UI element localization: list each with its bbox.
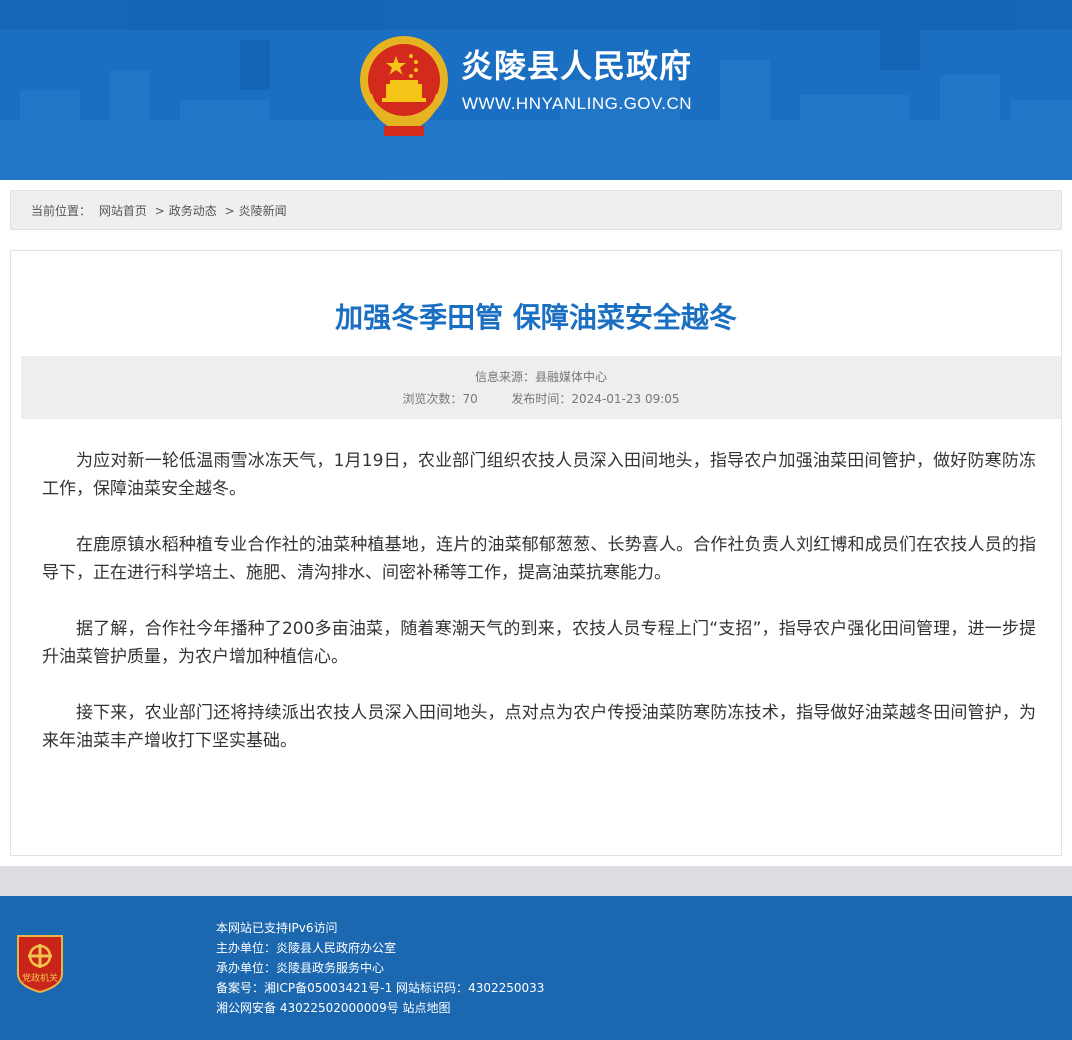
host-label: 主办单位： [216, 941, 277, 955]
sitemap-link[interactable]: 站点地图 [403, 1001, 451, 1015]
views-value: 70 [462, 392, 478, 406]
site-url[interactable]: WWW.HNYANLING.GOV.CN [462, 93, 692, 115]
site-id-label: 网站标识码： [396, 981, 469, 995]
site-header: 炎陵县人民政府 WWW.HNYANLING.GOV.CN [0, 0, 1072, 180]
footer-info: 本网站已支持IPv6访问 主办单位：炎陵县人民政府办公室 承办单位：炎陵县政务服… [216, 918, 544, 1018]
article-paragraph: 为应对新一轮低温雨雪冰冻天气，1月19日，农业部门组织农技人员深入田间地头，指导… [42, 451, 1036, 499]
breadcrumb-home-link[interactable]: 网站首页 [99, 204, 147, 218]
site-footer: 党政机关 本网站已支持IPv6访问 主办单位：炎陵县人民政府办公室 承办单位：炎… [0, 896, 1072, 1040]
source-value: 县融媒体中心 [535, 370, 608, 384]
article-paragraph: 据了解，合作社今年播种了200多亩油菜，随着寒潮天气的到来，农技人员专程上门“支… [42, 619, 1036, 667]
article-body: 为应对新一轮低温雨雪冰冻天气，1月19日，农业部门组织农技人员深入田间地头，指导… [42, 447, 1036, 783]
site-title[interactable]: 炎陵县人民政府 [461, 46, 692, 86]
publish-label: 发布时间： [511, 392, 572, 406]
icp-label: 备案号： [216, 981, 265, 995]
views-label: 浏览次数： [402, 392, 463, 406]
operator-label: 承办单位： [216, 961, 277, 975]
publish-time: 2024-01-23 09:05 [571, 392, 680, 406]
breadcrumb: 当前位置： 网站首页 > 政务动态 > 炎陵新闻 [10, 190, 1062, 230]
footer-divider [0, 866, 1072, 896]
icp-link[interactable]: 湘ICP备05003421号-1 [264, 981, 392, 995]
party-government-badge-icon[interactable]: 党政机关 [14, 934, 66, 994]
breadcrumb-separator: > [224, 204, 235, 218]
source-label: 信息来源： [474, 370, 535, 384]
svg-text:党政机关: 党政机关 [22, 972, 58, 984]
article-paragraph: 接下来，农业部门还将持续派出农技人员深入田间地头，点对点为农户传授油菜防寒防冻技… [42, 703, 1036, 751]
article-paragraph: 在鹿原镇水稻种植专业合作社的油菜种植基地，连片的油菜郁郁葱葱、长势喜人。合作社负… [42, 535, 1036, 583]
ipv6-notice: 本网站已支持IPv6访问 [216, 921, 338, 935]
breadcrumb-news-link[interactable]: 政务动态 [169, 204, 217, 218]
breadcrumb-local-news-link[interactable]: 炎陵新闻 [239, 204, 287, 218]
breadcrumb-prefix: 当前位置： [31, 204, 92, 218]
operator-value: 炎陵县政务服务中心 [276, 961, 385, 975]
national-emblem-icon[interactable] [354, 34, 454, 138]
article-title: 加强冬季田管 保障油菜安全越冬 [335, 301, 737, 334]
article-container: 加强冬季田管 保障油菜安全越冬 信息来源：县融媒体中心 浏览次数：70 发布时间… [10, 250, 1062, 856]
breadcrumb-separator: > [154, 204, 165, 218]
header-background-pattern [0, 0, 1072, 180]
host-value: 炎陵县人民政府办公室 [276, 941, 397, 955]
site-id-value: 4302250033 [468, 981, 545, 995]
police-record-link[interactable]: 湘公网安备 43022502000009号 [216, 1001, 399, 1015]
article-meta: 信息来源：县融媒体中心 浏览次数：70 发布时间：2024-01-23 09:0… [21, 356, 1061, 419]
